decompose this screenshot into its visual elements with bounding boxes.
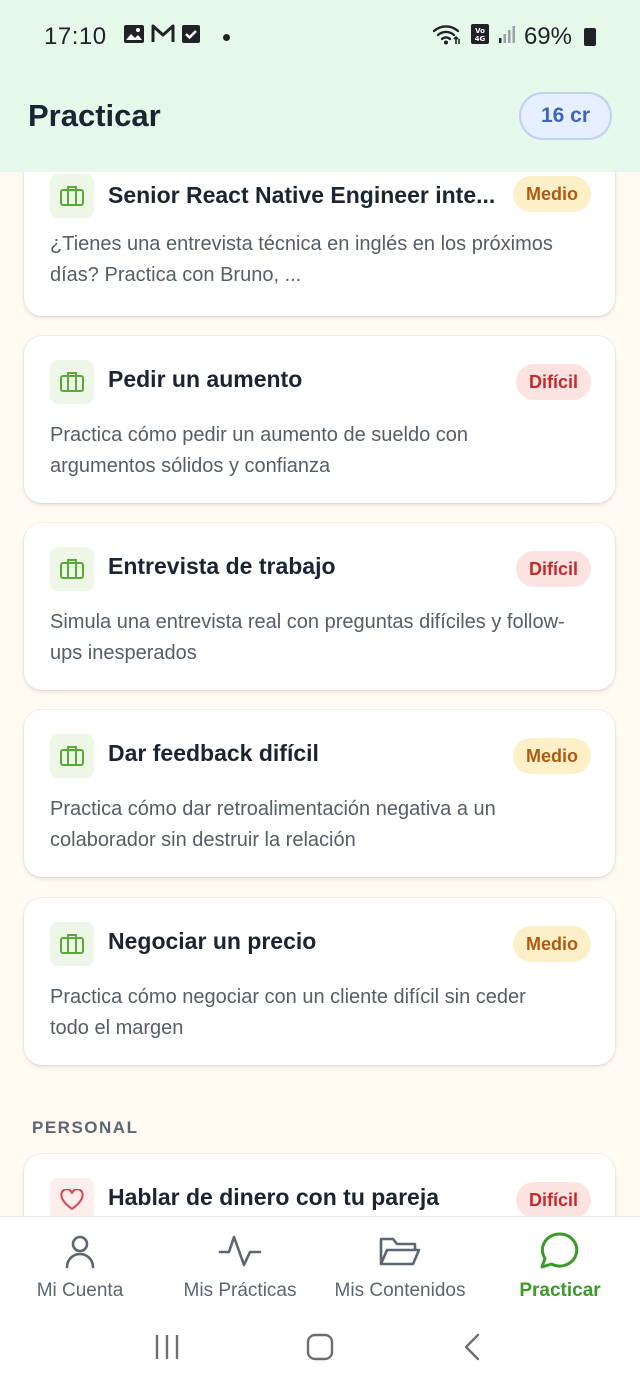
system-navigation-bar	[0, 1310, 640, 1388]
card-title: Dar feedback difícil	[108, 740, 319, 766]
credits-badge[interactable]: 16 cr	[518, 92, 612, 140]
card-description: Practica cómo pedir un aumento de sueldo…	[50, 424, 469, 477]
page-title: Practicar	[28, 98, 161, 133]
nav-label: Mis Contenidos	[334, 1280, 466, 1301]
nav-mis-contenidos[interactable]: Mis Contenidos	[320, 1217, 480, 1310]
checkbox-icon	[181, 23, 201, 51]
status-time: 17:10	[44, 23, 107, 50]
volte-icon: Vo 4G	[470, 23, 490, 52]
practice-card[interactable]: Dar feedback difícil Medio Practica cómo…	[24, 710, 615, 877]
back-icon[interactable]	[458, 1332, 488, 1367]
card-description: ¿Tienes una entrevista técnica en inglés…	[50, 233, 553, 286]
briefcase-icon	[50, 922, 94, 966]
difficulty-badge: Medio	[513, 738, 591, 774]
home-icon[interactable]	[305, 1332, 335, 1367]
svg-text:Vo: Vo	[475, 27, 485, 35]
section-label-personal: PERSONAL	[32, 1118, 139, 1137]
difficulty-badge: Medio	[513, 926, 591, 962]
nav-label: Practicar	[519, 1280, 601, 1301]
card-title: Senior React Native Engineer inte...	[108, 182, 496, 208]
briefcase-icon	[50, 547, 94, 591]
page-header: Practicar 16 cr	[0, 84, 640, 148]
wifi-icon	[432, 23, 462, 52]
practice-card[interactable]: Negociar un precio Medio Practica cómo n…	[24, 898, 615, 1065]
nav-label: Mi Cuenta	[36, 1280, 124, 1301]
svg-text:4G: 4G	[475, 35, 486, 43]
briefcase-icon	[50, 734, 94, 778]
difficulty-badge: Medio	[513, 176, 591, 212]
bottom-navigation: Mi Cuenta Mis Prácticas Mis Contenidos P…	[0, 1216, 640, 1310]
gallery-icon	[123, 23, 145, 51]
activity-icon	[218, 1231, 262, 1276]
card-description: Practica cómo negociar con un cliente di…	[50, 986, 526, 1039]
card-description: Simula una entrevista real con preguntas…	[50, 611, 565, 664]
difficulty-badge: Difícil	[515, 551, 591, 587]
folder-icon	[378, 1231, 422, 1276]
nav-label: Mis Prácticas	[183, 1280, 297, 1301]
briefcase-icon	[50, 360, 94, 404]
mail-icon	[151, 23, 175, 51]
card-description: Practica cómo dar retroalimentación nega…	[50, 798, 496, 851]
nav-practicar[interactable]: Practicar	[480, 1217, 640, 1310]
chat-bubble-icon	[538, 1231, 582, 1276]
app-header: 17:10 Vo 4G 69% Practicar 16 cr	[0, 0, 640, 172]
battery-percent: 69%	[523, 23, 572, 50]
heart-icon	[50, 1178, 94, 1216]
status-bar: 17:10 Vo 4G 69%	[0, 0, 640, 74]
scroll-content[interactable]: Senior React Native Engineer inte... Med…	[0, 0, 640, 1216]
card-title: Pedir un aumento	[108, 366, 303, 392]
battery-icon	[584, 28, 596, 46]
card-title: Hablar de dinero con tu pareja	[108, 1184, 440, 1210]
nav-mi-cuenta[interactable]: Mi Cuenta	[0, 1217, 160, 1310]
difficulty-badge: Difícil	[515, 1182, 591, 1216]
card-title: Entrevista de trabajo	[108, 553, 336, 579]
briefcase-icon	[50, 174, 94, 218]
nav-mis-practicas[interactable]: Mis Prácticas	[160, 1217, 320, 1310]
practice-card[interactable]: Entrevista de trabajo Difícil Simula una…	[24, 523, 615, 690]
practice-card[interactable]: Pedir un aumento Difícil Practica cómo p…	[24, 336, 615, 503]
recent-apps-icon[interactable]	[152, 1332, 182, 1367]
user-icon	[60, 1231, 100, 1276]
practice-card[interactable]: Hablar de dinero con tu pareja Difícil	[24, 1154, 615, 1216]
card-title: Negociar un precio	[108, 928, 317, 954]
notification-dot-icon	[222, 33, 230, 41]
signal-icon	[498, 23, 516, 51]
difficulty-badge: Difícil	[515, 364, 591, 400]
